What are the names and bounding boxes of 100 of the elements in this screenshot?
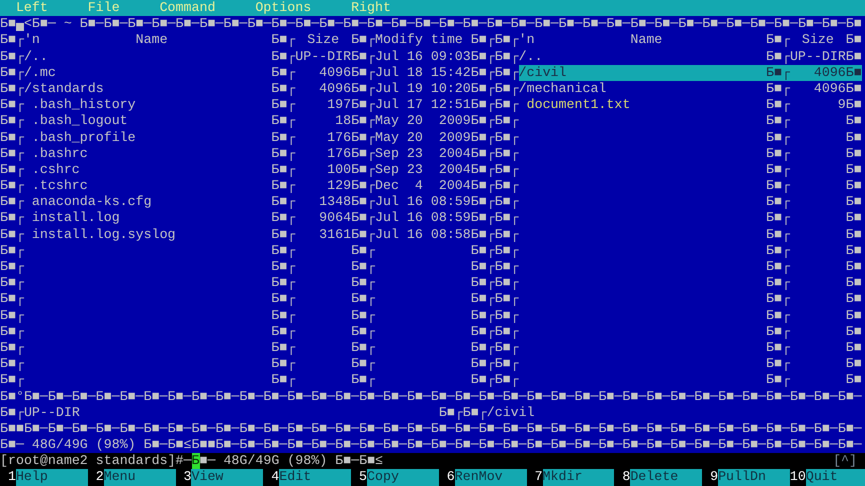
file-name[interactable]: install.log.syslog xyxy=(24,226,176,243)
function-key[interactable]: Help xyxy=(16,469,88,486)
function-key[interactable]: Delete xyxy=(630,469,702,486)
key-number: 8 xyxy=(621,469,630,486)
file-name[interactable]: .bashrc xyxy=(24,146,88,162)
separator-glyphs: Б■┌ xyxy=(271,64,296,81)
separator-glyphs: Б■┌ xyxy=(0,226,24,243)
separator-glyphs: Б■┌ xyxy=(470,356,495,372)
separator-glyphs: Б■ xyxy=(846,146,862,161)
separator-glyphs: Б■┌ xyxy=(351,194,376,210)
key-number: 4 xyxy=(270,469,280,486)
file-list-item[interactable]: /civil xyxy=(518,64,766,81)
file-date: Dec 4 2004 xyxy=(375,178,471,194)
separator-glyphs: Б■┌ xyxy=(494,64,519,81)
file-date: May 20 2009 xyxy=(375,130,471,144)
separator-glyphs: Б■┌ xyxy=(470,113,495,130)
function-key[interactable]: RenMov xyxy=(454,469,527,486)
file-list-item[interactable]: document1.txt xyxy=(518,97,766,114)
file-name[interactable]: .bash_logout xyxy=(24,113,128,130)
separator-glyphs: Б■┌ xyxy=(766,259,790,274)
file-list-item[interactable]: /mechanical xyxy=(518,80,766,98)
separator-glyphs: Б■┌ xyxy=(766,340,790,355)
separator-glyphs: Б■┌ xyxy=(351,146,376,162)
separator-glyphs: Б■┌ xyxy=(271,356,296,372)
separator-glyphs: Б■┌ xyxy=(351,242,376,259)
function-key[interactable]: Menu xyxy=(104,469,176,486)
separator-glyphs: Б■┌ xyxy=(494,226,519,243)
file-list-item[interactable]: /.. xyxy=(518,48,766,65)
mini-status: Б■┌UP--DIR xyxy=(0,404,80,420)
separator-glyphs: Б■┌ xyxy=(0,259,24,276)
separator-glyphs: Б■┌ xyxy=(0,340,24,356)
file-name[interactable]: /.. xyxy=(24,48,48,65)
file-size: 197 xyxy=(327,97,352,112)
function-key[interactable]: Copy xyxy=(367,469,439,486)
function-key[interactable]: View xyxy=(191,469,264,486)
file-date: Jul 16 08:59 xyxy=(375,194,471,210)
separator-glyphs: Б■┌ xyxy=(470,178,495,194)
panel-bottom-border: Б■°Б■─Б■─Б■─Б■─Б■─Б■─Б■─Б■─Б■─Б■─Б■─Б■─Б■─Б■─Б■─Б■─Б■─Б■─Б■─Б■─Б■─Б■─Б■─Б■─Б■─Б■─Б■─Б■─Б■─Б■─Б■─Б■─Б■─Б■─Б■─ xyxy=(0,388,862,405)
separator-glyphs: Б■┌ xyxy=(494,194,519,210)
file-name[interactable]: anaconda-ks.cfg xyxy=(24,194,152,210)
file-name[interactable]: .cshrc xyxy=(24,162,80,178)
file-size: 4096 xyxy=(319,80,352,96)
file-date: Jul 17 12:51 xyxy=(375,97,471,112)
separator-glyphs: Б■ xyxy=(846,64,862,80)
function-key[interactable]: Edit xyxy=(279,469,352,486)
separator-glyphs: Б■┌ xyxy=(470,210,495,227)
separator-glyphs: Б■ xyxy=(846,32,862,49)
separator-glyphs: Б■┌ xyxy=(494,372,519,388)
separator-glyphs: Б■┌ xyxy=(470,308,495,324)
separator-glyphs: Б■┌ xyxy=(0,32,24,49)
disk-usage-line: Б■─ 48G/49G (98%) Б■─Б■≤Б■■Б■─Б■─Б■─Б■─Б■─Б■─Б■─Б■─Б■─Б■─Б■─Б■─Б■─Б■─Б■─Б■─Б■─Б■─Б■─Б■─Б■─Б■─Б■─Б■─Б■─Б■─Б■─ xyxy=(0,437,862,454)
file-name[interactable]: /.mc xyxy=(24,64,56,81)
separator-glyphs: Б■┌ xyxy=(494,340,519,356)
separator-glyphs: Б■ xyxy=(846,80,862,96)
separator-glyphs: Б■┌ xyxy=(766,356,790,372)
key-number: 3 xyxy=(182,469,192,486)
separator-glyphs: Б■┌ xyxy=(271,48,296,65)
function-key[interactable]: Quit xyxy=(806,469,865,486)
separator-glyphs: Б■┌ xyxy=(494,80,519,98)
separator-glyphs: Б■┌ xyxy=(494,308,519,324)
separator-glyphs: Б■┌ xyxy=(271,291,296,308)
file-date: Jul 18 15:42 xyxy=(375,64,471,80)
separator-glyphs: Б■┌ xyxy=(351,97,376,114)
separator-glyphs: Б■┌ xyxy=(0,80,24,98)
function-key[interactable]: PullDn xyxy=(718,469,790,486)
separator-glyphs: Б■┌ xyxy=(494,210,519,227)
separator-glyphs: Б■┌ xyxy=(351,64,376,81)
key-number: 1 xyxy=(6,469,16,486)
separator-glyphs: Б■┌ xyxy=(271,308,296,324)
scroll-hint[interactable]: [^] xyxy=(833,453,858,470)
file-name[interactable]: .bash_history xyxy=(24,97,136,114)
separator-glyphs: Б■┌ xyxy=(0,64,24,81)
separator-glyphs: Б■┌ xyxy=(0,324,24,340)
separator-glyphs: Б■┌ xyxy=(766,308,790,323)
separator-glyphs: Б■┌ xyxy=(766,64,790,80)
separator-glyphs: Б■┌ xyxy=(271,210,296,227)
separator-glyphs: Б■┌ xyxy=(271,275,296,292)
separator-glyphs: Б■┌ xyxy=(0,291,24,308)
file-name[interactable]: /standards xyxy=(24,80,104,98)
file-name[interactable]: .bash_profile xyxy=(24,130,136,146)
separator-glyphs: Б■┌ xyxy=(766,194,790,210)
separator-glyphs: Б■┌ xyxy=(351,259,376,276)
separator-glyphs: Б■┌ xyxy=(766,48,790,64)
command-line-text: ■─ 48G/49G (98%) Б■─Б■≤ xyxy=(200,453,384,470)
separator-glyphs: Б■┌ xyxy=(271,226,296,243)
file-date: Sep 23 2004 xyxy=(375,162,471,177)
separator-glyphs: Б■┌ xyxy=(766,113,790,128)
file-size: 9064 xyxy=(319,210,352,226)
separator-glyphs: Б■┌ xyxy=(470,226,495,243)
shell-prompt: [root@name2 standards]#─ xyxy=(0,453,192,470)
file-size: UP--DIR xyxy=(295,48,352,64)
file-size: 1348 xyxy=(319,194,352,210)
separator-glyphs: Б■┌ xyxy=(0,162,24,178)
file-name[interactable]: install.log xyxy=(24,210,120,227)
separator-glyphs: Б■ xyxy=(846,242,862,258)
function-key[interactable]: Mkdir xyxy=(542,469,614,486)
panel-top-border: Б■▄<Б■─ ~ Б■─Б■─Б■─Б■─Б■─Б■─Б■─Б■─Б■─Б■─Б■─Б■─Б■─Б■─Б■─Б■─Б■─Б■─Б■─Б■─Б■─Б■─Б■─Б■─Б■─Б■─Б■─Б■─Б■─Б■─Б■─Б■─Б■ xyxy=(0,16,862,32)
separator-glyphs: Б■ xyxy=(846,178,862,194)
file-name[interactable]: .tcshrc xyxy=(24,178,88,194)
separator-glyphs: Б■┌ xyxy=(0,130,24,146)
